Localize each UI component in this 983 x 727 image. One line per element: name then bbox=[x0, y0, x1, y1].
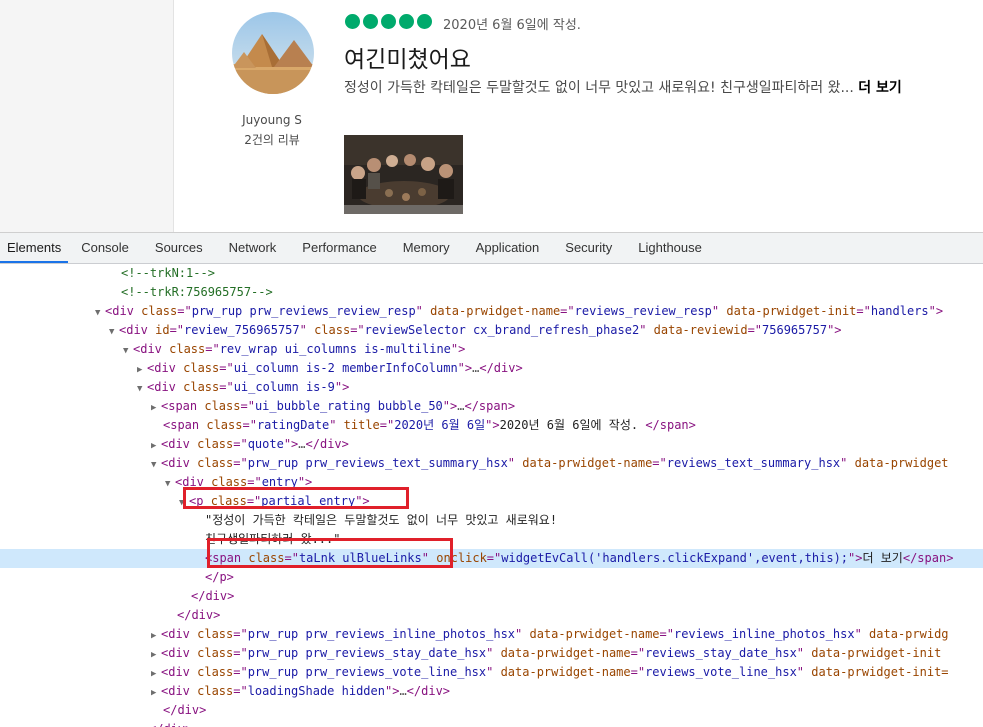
dom-node-content: 친구생일파티하러 왔..." bbox=[205, 532, 341, 546]
dom-node-content: <div class="prw_rup prw_reviews_vote_lin… bbox=[161, 665, 949, 679]
dom-node[interactable]: ▼ <div class="rev_wrap ui_columns is-mult… bbox=[0, 340, 983, 359]
dom-node[interactable]: ▶ <div class="prw_rup prw_reviews_vote_li… bbox=[0, 663, 983, 682]
rating-bubble bbox=[345, 14, 360, 29]
dom-node[interactable]: ▶ <div class="quote">…</div> bbox=[0, 435, 983, 454]
reviewer-name[interactable]: Juyoung S bbox=[228, 113, 316, 127]
dom-node[interactable]: <span class="ratingDate" title="2020년 6월… bbox=[0, 416, 983, 435]
dom-node[interactable]: <!--trkN:1--> bbox=[0, 264, 983, 283]
dom-node-content: </div> bbox=[177, 608, 221, 622]
dom-node[interactable]: </p> bbox=[0, 568, 983, 587]
tab-performance[interactable]: Performance bbox=[289, 233, 389, 263]
rating-bubble bbox=[417, 14, 432, 29]
dom-node-content: <span class="ratingDate" title="2020년 6월… bbox=[163, 418, 696, 432]
dom-node-content: <div id="review_756965757" class="review… bbox=[119, 323, 842, 337]
dom-node-content: </div> bbox=[149, 722, 192, 727]
dom-node-content: <div class="prw_rup prw_reviews_review_r… bbox=[105, 304, 944, 318]
dom-node-content: <div class="quote">…</div> bbox=[161, 437, 349, 451]
tab-application[interactable]: Application bbox=[463, 233, 553, 263]
dom-node[interactable]: ▼ <div class="ui_column is-9"> bbox=[0, 378, 983, 397]
rating-bubble bbox=[381, 14, 396, 29]
tab-lighthouse[interactable]: Lighthouse bbox=[625, 233, 715, 263]
devtools-panel: Elements Console Sources Network Perform… bbox=[0, 232, 983, 727]
dom-node[interactable]: ▼ <div class="prw_rup prw_reviews_text_su… bbox=[0, 454, 983, 473]
dom-node-content: </p> bbox=[205, 570, 234, 584]
dom-tree[interactable]: <!--trkN:1--> <!--trkR:756965757--> ▼ <div … bbox=[0, 264, 983, 727]
dom-node-content: "정성이 가득한 칵테일은 두말할것도 없이 너무 맛있고 새로워요! bbox=[205, 513, 558, 527]
dom-node-content: <div class="entry"> bbox=[175, 475, 313, 489]
dom-node-selected[interactable]: <span class="taLnk ulBlueLinks" onclick=… bbox=[0, 549, 983, 568]
review-text-body: 정성이 가득한 칵테일은 두말할것도 없이 너무 맛있고 새로워요! 친구생일파… bbox=[344, 80, 854, 96]
dom-node[interactable]: <!--trkR:756965757--> bbox=[0, 283, 983, 302]
dom-node[interactable]: ▶ <div class="prw_rup prw_reviews_inline_… bbox=[0, 625, 983, 644]
dom-node-content: <div class="ui_column is-2 memberInfoCol… bbox=[147, 361, 523, 375]
rating-bubbles bbox=[345, 14, 432, 29]
read-more-link[interactable]: 더 보기 bbox=[858, 80, 902, 96]
dom-node[interactable]: ▶ <span class="ui_bubble_rating bubble_50… bbox=[0, 397, 983, 416]
review-title[interactable]: 여긴미쳤어요 bbox=[344, 40, 471, 74]
avatar[interactable] bbox=[232, 12, 314, 94]
left-sidebar bbox=[0, 0, 174, 232]
dom-node-content: <p class="partial_entry"> bbox=[189, 494, 370, 508]
tab-memory[interactable]: Memory bbox=[390, 233, 463, 263]
dom-node-content: <span class="taLnk ulBlueLinks" onclick=… bbox=[205, 551, 954, 565]
reviewer-review-count: 2건의 리뷰 bbox=[244, 133, 300, 147]
dom-node-content: </div> bbox=[163, 703, 207, 717]
dom-node[interactable]: </div> bbox=[0, 701, 983, 720]
tab-network[interactable]: Network bbox=[216, 233, 290, 263]
dom-node[interactable]: 친구생일파티하러 왔..." bbox=[0, 530, 983, 549]
dom-node[interactable]: ▶ <div class="prw_rup prw_reviews_stay_da… bbox=[0, 644, 983, 663]
review-text: 정성이 가득한 칵테일은 두말할것도 없이 너무 맛있고 새로워요! 친구생일파… bbox=[344, 77, 974, 99]
dom-node[interactable]: ▼ <p class="partial_entry"> bbox=[0, 492, 983, 511]
dom-node[interactable]: </div> bbox=[0, 587, 983, 606]
dom-node[interactable]: "정성이 가득한 칵테일은 두말할것도 없이 너무 맛있고 새로워요! bbox=[0, 511, 983, 530]
tab-elements[interactable]: Elements bbox=[0, 233, 69, 263]
dom-node-content: <div class="ui_column is-9"> bbox=[147, 380, 350, 394]
rating-bubble bbox=[363, 14, 378, 29]
dom-node-content: <div class="prw_rup prw_reviews_text_sum… bbox=[161, 456, 949, 470]
rating-bubble bbox=[399, 14, 414, 29]
dom-node[interactable]: ▼ <div class="prw_rup prw_reviews_review_… bbox=[0, 302, 983, 321]
dom-node-content: <!--trkR:756965757--> bbox=[121, 285, 273, 299]
dom-node[interactable]: ▶ <div class="loadingShade hidden">…</div… bbox=[0, 682, 983, 701]
dom-node-content: </div> bbox=[191, 589, 235, 603]
review-photo[interactable] bbox=[344, 135, 463, 214]
review-page: Juyoung S 2건의 리뷰 2020년 6월 6일에 작성. 여긴미쳤어요… bbox=[0, 0, 983, 232]
dom-node-content: <div class="prw_rup prw_reviews_stay_dat… bbox=[161, 646, 942, 660]
dom-node[interactable]: </div> bbox=[0, 606, 983, 625]
devtools-tabbar: Elements Console Sources Network Perform… bbox=[0, 233, 983, 264]
dom-node-content: <!--trkN:1--> bbox=[121, 266, 215, 280]
dom-node[interactable]: ▼ <div class="entry"> bbox=[0, 473, 983, 492]
dom-node[interactable]: ▶ <div class="ui_column is-2 memberInfoCo… bbox=[0, 359, 983, 378]
dom-node-content: <div class="rev_wrap ui_columns is-multi… bbox=[133, 342, 466, 356]
dom-node-content: <div class="prw_rup prw_reviews_inline_p… bbox=[161, 627, 949, 641]
dom-node-content: <div class="loadingShade hidden">…</div> bbox=[161, 684, 451, 698]
dom-node[interactable]: ▼ <div id="review_756965757" class="revie… bbox=[0, 321, 983, 340]
tab-sources[interactable]: Sources bbox=[142, 233, 216, 263]
rating-date: 2020년 6월 6일에 작성. bbox=[443, 18, 581, 33]
tab-console[interactable]: Console bbox=[68, 233, 142, 263]
tab-security[interactable]: Security bbox=[552, 233, 625, 263]
dom-node-content: <span class="ui_bubble_rating bubble_50"… bbox=[161, 399, 516, 413]
